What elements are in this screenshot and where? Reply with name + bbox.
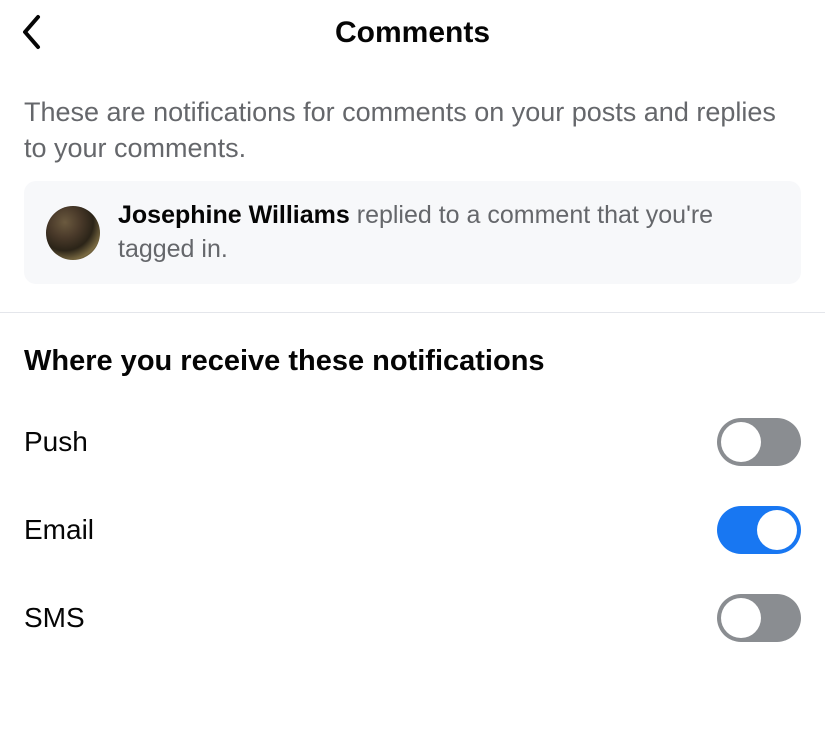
toggle-row-sms: SMS: [0, 574, 825, 662]
example-user-name: Josephine Williams: [118, 201, 350, 229]
description-text: These are notifications for comments on …: [0, 70, 825, 181]
toggle-switch-sms[interactable]: [717, 594, 801, 642]
chevron-left-icon: [20, 14, 44, 50]
page-title: Comments: [20, 16, 805, 50]
toggle-knob: [721, 598, 761, 638]
example-notification-card: Josephine Williams replied to a comment …: [24, 181, 801, 285]
toggle-switch-email[interactable]: [717, 506, 801, 554]
toggle-label-sms: SMS: [24, 602, 85, 634]
toggle-label-email: Email: [24, 514, 94, 546]
section-title: Where you receive these notifications: [0, 313, 825, 398]
toggle-switch-push[interactable]: [717, 418, 801, 466]
toggle-knob: [757, 510, 797, 550]
toggle-row-email: Email: [0, 486, 825, 574]
header: Comments: [0, 0, 825, 70]
toggle-knob: [721, 422, 761, 462]
toggle-label-push: Push: [24, 426, 88, 458]
back-button[interactable]: [20, 14, 44, 50]
toggle-row-push: Push: [0, 398, 825, 486]
avatar: [46, 206, 100, 260]
example-notification-text: Josephine Williams replied to a comment …: [118, 199, 779, 267]
